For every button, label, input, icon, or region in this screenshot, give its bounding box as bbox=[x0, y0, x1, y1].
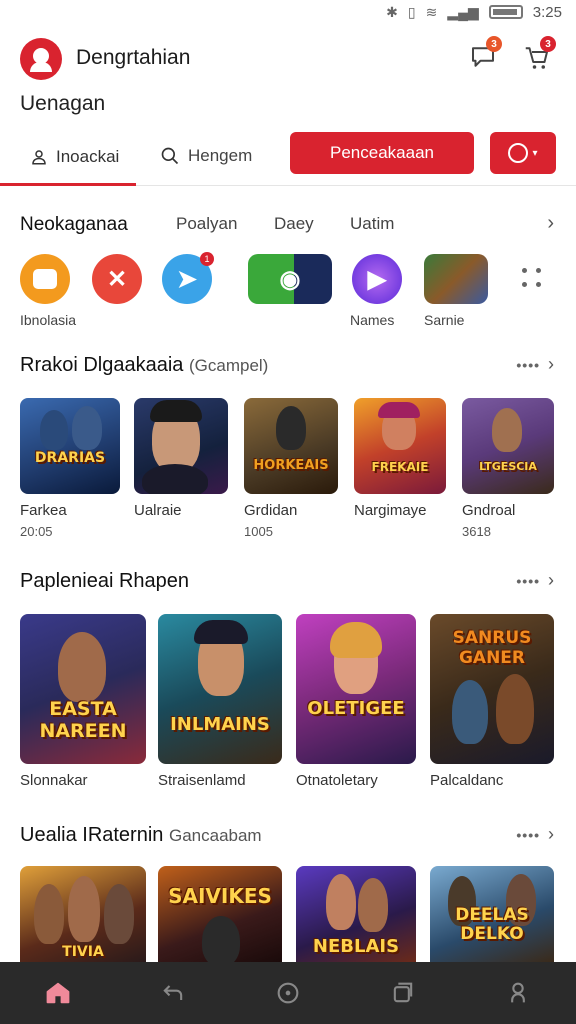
search-row: Inoackai Hengem Penceakaaan ▾ bbox=[0, 130, 576, 186]
game-meta: 20:05 bbox=[20, 524, 53, 539]
chat-button[interactable]: 3 bbox=[466, 36, 502, 74]
game-title: Gndroal bbox=[462, 502, 516, 519]
back-icon bbox=[163, 985, 182, 1000]
bottom-navigation bbox=[0, 962, 576, 1024]
game-tile[interactable]: SAIVIKES bbox=[158, 866, 282, 962]
nav-home[interactable] bbox=[38, 973, 78, 1013]
clock: 3:25 bbox=[532, 3, 562, 21]
more-dots-icon: •••• bbox=[516, 356, 540, 373]
primary-action-button[interactable]: Penceakaaan bbox=[290, 132, 474, 174]
battery-icon bbox=[488, 5, 523, 19]
chevron-right-icon: › bbox=[548, 570, 554, 590]
game-title: Palcaldanc bbox=[430, 772, 504, 789]
app-shortcut[interactable]: ◉ bbox=[248, 254, 332, 304]
user-icon bbox=[32, 149, 46, 164]
game-tile[interactable]: NEBLAIS bbox=[296, 866, 416, 962]
chat-bubble-icon bbox=[20, 254, 70, 304]
signal-icon: ▂▄▆ bbox=[447, 3, 479, 20]
game-tile[interactable]: DEELAS DELKO bbox=[430, 866, 554, 962]
game-tile[interactable]: LTGESCIA bbox=[462, 398, 554, 494]
chevron-down-icon: ▾ bbox=[532, 147, 538, 159]
game-tile[interactable] bbox=[134, 398, 228, 494]
circle-icon bbox=[508, 143, 529, 163]
app-shortcut[interactable] bbox=[424, 254, 488, 304]
game-tile-icon bbox=[424, 254, 488, 304]
category-item[interactable]: Poalyan bbox=[176, 214, 237, 234]
category-item[interactable]: Uatim bbox=[350, 214, 394, 234]
game-tile[interactable]: TIVIA bbox=[20, 866, 146, 962]
game-tile[interactable]: DRARIAS bbox=[20, 398, 120, 494]
vibrate-icon: ▯ bbox=[407, 3, 416, 20]
section-title: Uealia IRaternin Gancaabam bbox=[20, 824, 262, 846]
quick-apps-row: Ibnolasia ✕ ➤ 1 ◉ ▶ Names Sarnie bbox=[0, 252, 576, 334]
circle-home-icon bbox=[277, 982, 299, 1004]
game-title: Ualraie bbox=[134, 502, 182, 519]
section-more-button[interactable]: •••• › bbox=[516, 824, 554, 845]
section-title: Rrakoi Dlgaakaaia (Gcampel) bbox=[20, 354, 269, 376]
app-logo[interactable] bbox=[20, 38, 62, 80]
game-meta: 1005 bbox=[244, 524, 273, 539]
game-tile[interactable]: EASTA NAREEN bbox=[20, 614, 146, 764]
more-dots-icon: •••• bbox=[516, 572, 540, 589]
search-icon bbox=[161, 147, 179, 165]
game-tile[interactable]: FREKAIE bbox=[354, 398, 446, 494]
app-bar: Dengrtahian 3 3 bbox=[0, 34, 576, 84]
cart-badge: 3 bbox=[540, 36, 556, 52]
status-bar: ✱ ▯ ≋ ▂▄▆ 3:25 bbox=[0, 0, 576, 24]
game-title: Straisenlamd bbox=[158, 772, 246, 789]
chevron-right-icon: › bbox=[548, 354, 554, 374]
game-title: Nargimaye bbox=[354, 502, 427, 519]
section-title: Paplenieai Rhapen bbox=[20, 570, 190, 592]
game-title: Farkea bbox=[20, 502, 67, 519]
nav-profile[interactable] bbox=[498, 973, 538, 1013]
notification-badge: 3 bbox=[486, 36, 502, 52]
tab-search[interactable]: Hengem bbox=[160, 130, 252, 182]
app-shortcut[interactable]: ✕ bbox=[92, 254, 142, 304]
tab-primary[interactable]: Inoackai bbox=[0, 130, 136, 186]
app-shortcut[interactable]: ➤ 1 bbox=[162, 252, 214, 304]
app-shortcut-label: Ibnolasia bbox=[20, 312, 77, 328]
profile-icon bbox=[511, 982, 526, 1003]
close-icon: ✕ bbox=[106, 265, 128, 293]
game-meta: 3618 bbox=[462, 524, 491, 539]
app-shortcut-label: Names bbox=[350, 312, 395, 328]
cart-button[interactable]: 3 bbox=[520, 36, 556, 74]
tab-search-label: Hengem bbox=[188, 146, 253, 165]
nav-back[interactable] bbox=[153, 973, 193, 1013]
bluetooth-icon: ✱ bbox=[386, 3, 398, 20]
app-title: Dengrtahian bbox=[76, 46, 191, 69]
app-shortcut[interactable]: ▶ bbox=[352, 254, 402, 304]
page-subtitle: Uenagan bbox=[20, 92, 106, 115]
app-shortcut[interactable] bbox=[20, 254, 70, 304]
app-badge: 1 bbox=[200, 252, 214, 266]
game-tile[interactable]: SANRUS GANER bbox=[430, 614, 554, 764]
category-bar: Neokaganaa Poalyan Daey Uatim › bbox=[0, 210, 576, 242]
recents-icon bbox=[393, 982, 413, 1003]
filter-dropdown-button[interactable]: ▾ bbox=[490, 132, 556, 174]
game-title: Slonnakar bbox=[20, 772, 88, 789]
tab-primary-label: Inoackai bbox=[56, 146, 120, 166]
game-title: Otnatoletary bbox=[296, 772, 378, 789]
category-item[interactable]: Daey bbox=[274, 214, 314, 234]
app-shortcut-label: Sarnie bbox=[424, 312, 465, 328]
more-dots-icon: •••• bbox=[516, 826, 540, 843]
game-tile[interactable]: OLETIGEE bbox=[296, 614, 416, 764]
category-item[interactable]: Neokaganaa bbox=[20, 214, 128, 236]
game-title: Grdidan bbox=[244, 502, 298, 519]
game-pad-icon: ◉ bbox=[279, 265, 301, 293]
chevron-right-icon: › bbox=[548, 824, 554, 844]
game-tile[interactable]: HORKEAIS bbox=[244, 398, 338, 494]
home-icon bbox=[46, 982, 69, 1004]
section-more-button[interactable]: •••• › bbox=[516, 354, 554, 375]
more-apps-icon[interactable] bbox=[522, 268, 544, 290]
nav-home-button[interactable] bbox=[268, 973, 308, 1013]
game-tile[interactable]: INLMAINS bbox=[158, 614, 282, 764]
section-more-button[interactable]: •••• › bbox=[516, 570, 554, 591]
play-icon: ▶ bbox=[367, 265, 387, 293]
chevron-right-icon[interactable]: › bbox=[547, 212, 554, 235]
wifi-icon: ≋ bbox=[425, 3, 438, 20]
nav-recents[interactable] bbox=[383, 973, 423, 1013]
